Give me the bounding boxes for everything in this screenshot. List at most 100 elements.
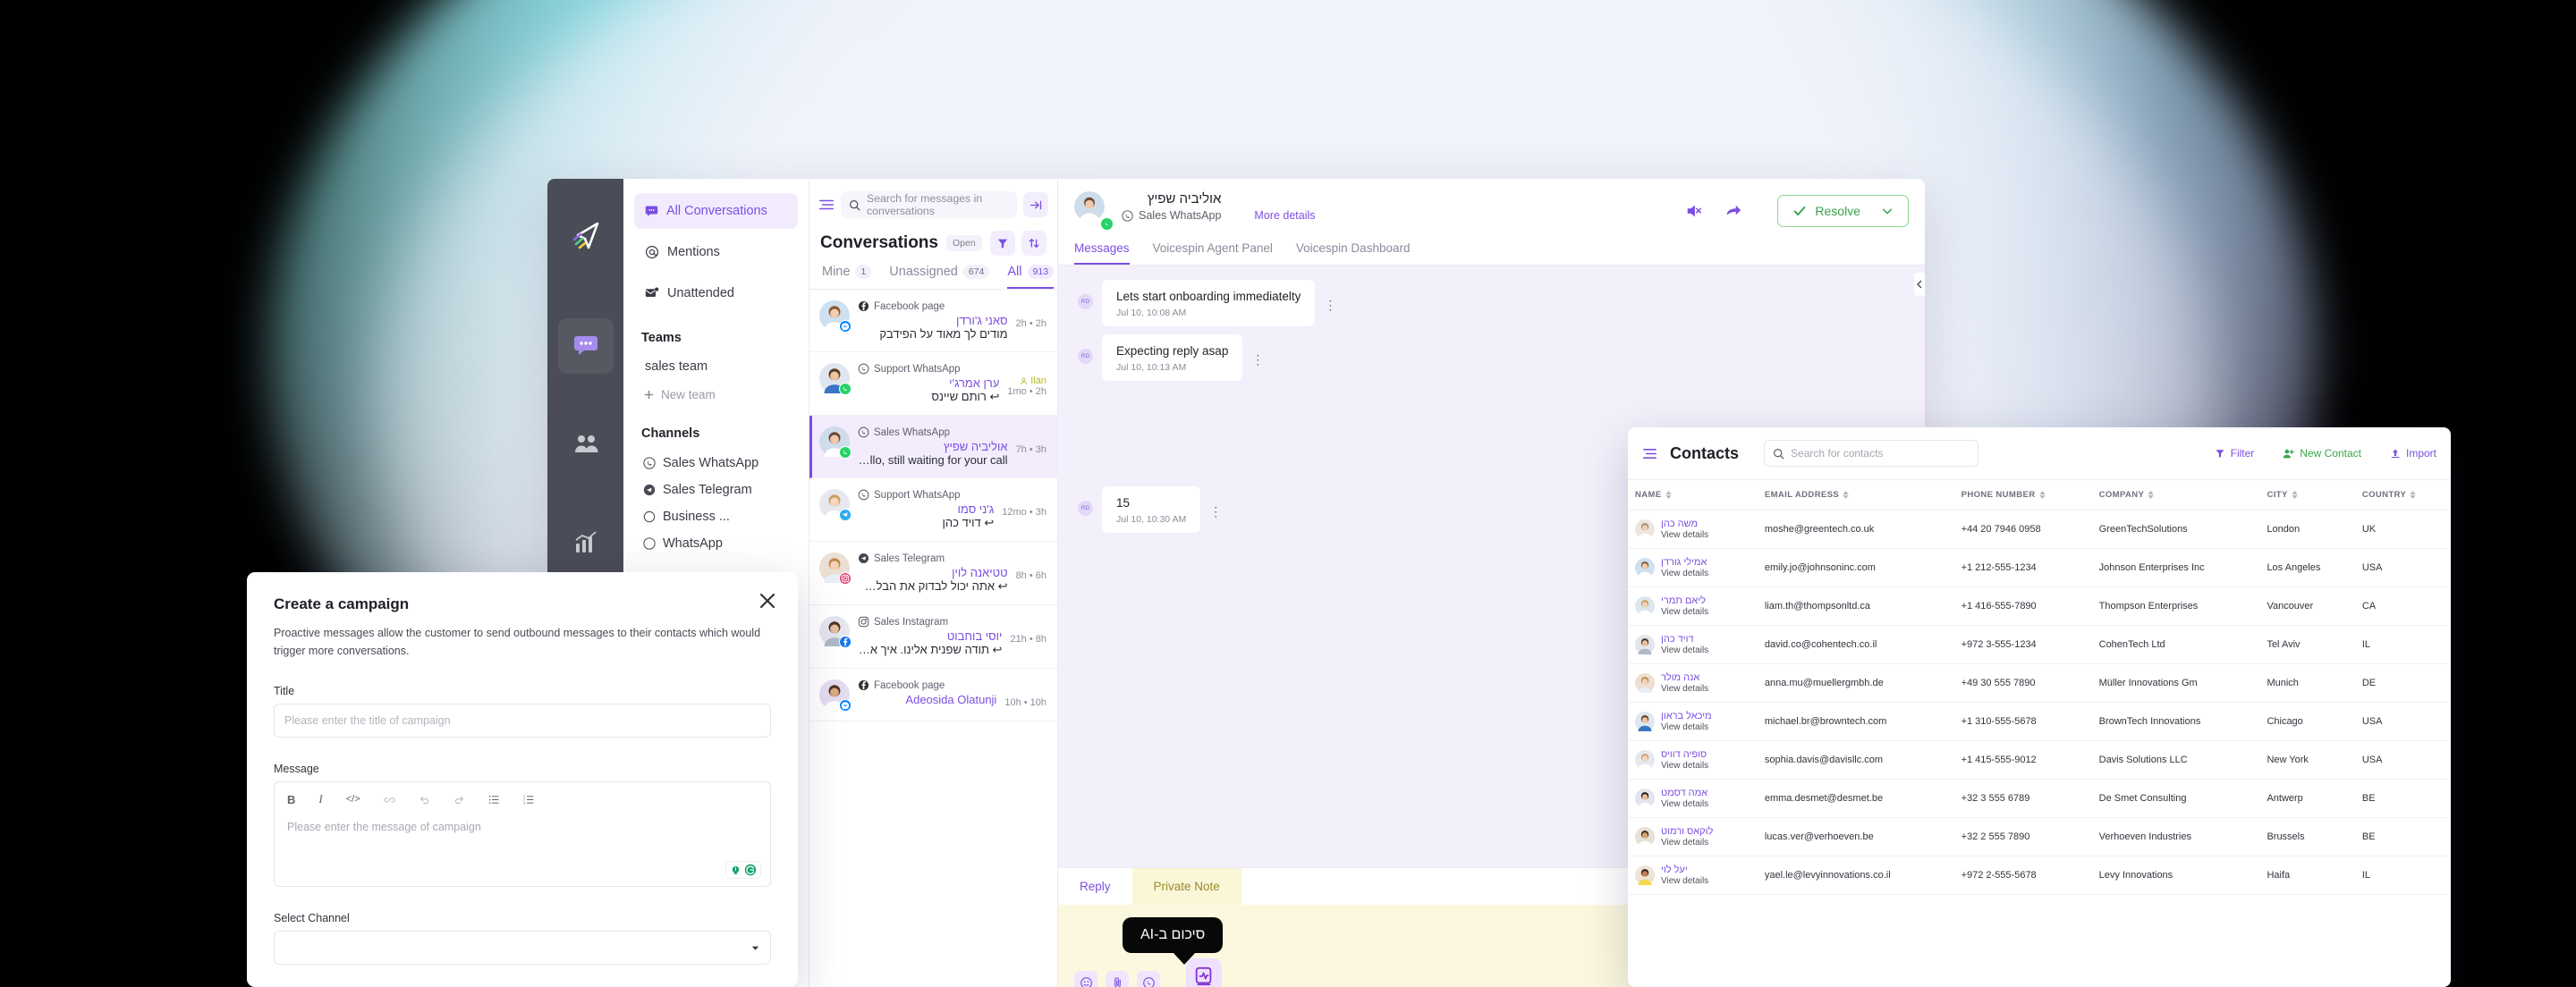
sort-icon[interactable] bbox=[1021, 231, 1046, 256]
view-details-link[interactable]: View details bbox=[1661, 799, 1708, 809]
bold-icon[interactable]: B bbox=[287, 793, 295, 806]
conversation-meta: 8h • 6h bbox=[1016, 553, 1046, 594]
filter-icon[interactable] bbox=[990, 231, 1015, 256]
sort-arrows-icon[interactable] bbox=[2291, 491, 2298, 499]
column-header[interactable]: EMAIL ADDRESS bbox=[1757, 479, 1954, 510]
conversation-row[interactable]: Facebook page סאני ג'ורדן מודים לך מאוד על… bbox=[809, 290, 1057, 352]
view-details-link[interactable]: View details bbox=[1661, 761, 1708, 771]
rail-item-contacts[interactable] bbox=[558, 417, 614, 472]
table-row[interactable]: אמה דסמט View details emma.desmet@desmet.b… bbox=[1628, 779, 2451, 818]
numbered-list-icon[interactable]: 123 bbox=[523, 794, 535, 806]
rail-item-conversations[interactable] bbox=[557, 318, 614, 374]
resolve-button[interactable]: Resolve bbox=[1777, 195, 1909, 227]
avatar bbox=[1635, 789, 1655, 808]
message-menu-icon[interactable]: ⋮ bbox=[1251, 352, 1264, 367]
sort-arrows-icon[interactable] bbox=[2148, 491, 2154, 499]
close-icon[interactable] bbox=[758, 592, 776, 610]
conversation-row[interactable]: Sales Telegram טטיאנה לוין ↩ אתה יכול לבדו… bbox=[809, 542, 1057, 605]
column-header[interactable]: COUNTRY bbox=[2354, 479, 2451, 510]
campaign-title-input[interactable]: Please enter the title of campaign bbox=[274, 704, 771, 738]
conversation-row[interactable]: Support WhatsApp ג'ני סמו ↩ דויד כהן 12mo •… bbox=[809, 478, 1057, 542]
conversation-list[interactable]: Facebook page סאני ג'ורדן מודים לך מאוד על… bbox=[809, 290, 1057, 987]
send-logo-icon[interactable] bbox=[555, 198, 617, 275]
column-header[interactable]: NAME bbox=[1628, 479, 1758, 510]
channel-whatsapp[interactable]: WhatsApp bbox=[634, 530, 798, 557]
conversation-row[interactable]: Sales Instagram יוסי בוחבוט ↩ תודה שפנית א… bbox=[809, 605, 1057, 669]
view-details-link[interactable]: View details bbox=[1661, 876, 1708, 886]
bullet-list-icon[interactable] bbox=[488, 794, 500, 806]
sort-arrows-icon[interactable] bbox=[2038, 491, 2046, 499]
conversation-row[interactable]: Support WhatsApp ערן אמרג'י ↩ רותם שיינס Il… bbox=[809, 352, 1057, 416]
tab-voicespin-dashboard[interactable]: Voicespin Dashboard bbox=[1296, 241, 1411, 265]
mute-icon[interactable] bbox=[1685, 202, 1703, 220]
redo-icon[interactable] bbox=[453, 794, 465, 806]
collapse-right-icon[interactable] bbox=[1023, 192, 1048, 217]
view-details-link[interactable]: View details bbox=[1661, 645, 1708, 655]
tab-messages[interactable]: Messages bbox=[1074, 241, 1130, 265]
sort-arrows-icon[interactable] bbox=[1665, 491, 1672, 499]
code-icon[interactable]: </> bbox=[346, 794, 360, 805]
undo-icon[interactable] bbox=[419, 794, 430, 806]
search-input[interactable]: Search for messages in conversations bbox=[841, 191, 1017, 218]
column-header[interactable]: COMPANY bbox=[2091, 479, 2260, 510]
conversation-row[interactable]: Facebook page Adeosida Olatunji 10h • 10h bbox=[809, 669, 1057, 721]
table-row[interactable]: ליאם תמרי View details liam.th@thompsonltd… bbox=[1628, 586, 2451, 626]
view-details-link[interactable]: View details bbox=[1661, 607, 1708, 617]
new-contact-button[interactable]: New Contact bbox=[2283, 447, 2361, 460]
grammarly-badge[interactable] bbox=[725, 861, 761, 879]
tab-voicespin-agent-panel[interactable]: Voicespin Agent Panel bbox=[1153, 241, 1273, 265]
team-sales-team[interactable]: sales team bbox=[634, 354, 798, 379]
cell-phone: +32 2 555 7890 bbox=[1953, 817, 2092, 856]
rail-item-analytics[interactable] bbox=[558, 515, 614, 570]
tab-unassigned[interactable]: Unassigned 674 bbox=[889, 265, 990, 289]
contacts-search-input[interactable]: Search for contacts bbox=[1764, 440, 1979, 467]
view-details-link[interactable]: View details bbox=[1661, 530, 1708, 540]
link-icon[interactable] bbox=[383, 794, 395, 806]
table-row[interactable]: אנה מולר View details anna.mu@muellergmbh.… bbox=[1628, 663, 2451, 703]
channel-sales-telegram[interactable]: Sales Telegram bbox=[634, 477, 798, 503]
column-header[interactable]: CITY bbox=[2259, 479, 2355, 510]
sort-arrows-icon[interactable] bbox=[2410, 491, 2416, 499]
emoji-icon[interactable] bbox=[1074, 971, 1097, 987]
sidebar-item-mentions[interactable]: Mentions bbox=[634, 234, 798, 270]
table-row[interactable]: דויד כהן View details david.co@cohentech.c… bbox=[1628, 625, 2451, 664]
sidebar-item-unattended[interactable]: Unattended bbox=[634, 275, 798, 311]
more-details-link[interactable]: More details bbox=[1254, 209, 1315, 222]
channel-business[interactable]: Business ... bbox=[634, 503, 798, 530]
view-details-link[interactable]: View details bbox=[1661, 722, 1708, 732]
ai-summary-icon[interactable] bbox=[1186, 958, 1222, 987]
table-row[interactable]: משה כהן View details moshe@greentech.co.uk… bbox=[1628, 510, 2451, 549]
campaign-message-editor[interactable]: B I </> 123 Please enter the message of … bbox=[274, 781, 771, 887]
menu-icon[interactable] bbox=[1642, 446, 1657, 461]
sort-arrows-icon[interactable] bbox=[1843, 491, 1849, 499]
select-channel-dropdown[interactable] bbox=[274, 931, 771, 965]
table-row[interactable]: מיכאל בראון View details michael.br@brownt… bbox=[1628, 702, 2451, 741]
view-details-link[interactable]: View details bbox=[1661, 838, 1708, 848]
table-row[interactable]: סופיה דוויס View details sophia.davis@davi… bbox=[1628, 740, 2451, 780]
sidebar-item-all-conversations[interactable]: All Conversations bbox=[634, 193, 798, 229]
table-row[interactable]: לוקאס ורמוט View details lucas.ver@verhoev… bbox=[1628, 817, 2451, 856]
tab-reply[interactable]: Reply bbox=[1058, 868, 1132, 905]
view-details-link[interactable]: View details bbox=[1661, 569, 1708, 578]
conversation-row[interactable]: Sales WhatsApp אוליביה שפיץ hello, still w… bbox=[809, 416, 1057, 478]
column-header[interactable]: PHONE NUMBER bbox=[1953, 479, 2092, 510]
italic-icon[interactable]: I bbox=[318, 792, 322, 806]
tab-mine[interactable]: Mine 1 bbox=[822, 265, 872, 289]
whatsapp-icon[interactable] bbox=[1137, 971, 1160, 987]
tab-all[interactable]: All 913 bbox=[1007, 265, 1055, 289]
filter-button[interactable]: Filter bbox=[2215, 447, 2254, 460]
tab-private-note[interactable]: Private Note bbox=[1131, 868, 1241, 905]
new-team-button[interactable]: New team bbox=[634, 383, 798, 407]
message-menu-icon[interactable]: ⋮ bbox=[1324, 298, 1336, 313]
table-row[interactable]: אמילי גורדן View details emily.jo@johnsoni… bbox=[1628, 548, 2451, 587]
import-button[interactable]: Import bbox=[2390, 447, 2436, 460]
attachment-icon[interactable] bbox=[1106, 971, 1129, 987]
forward-icon[interactable] bbox=[1724, 202, 1742, 220]
chevron-down-icon[interactable] bbox=[1881, 205, 1894, 217]
table-row[interactable]: יעל לוי View details yael.le@levyinnovatio… bbox=[1628, 856, 2451, 895]
channel-sales-whatsapp[interactable]: Sales WhatsApp bbox=[634, 450, 798, 477]
message-menu-icon[interactable]: ⋮ bbox=[1209, 504, 1222, 519]
panel-collapse-toggle[interactable] bbox=[1914, 273, 1925, 296]
view-details-link[interactable]: View details bbox=[1661, 684, 1708, 694]
menu-icon[interactable] bbox=[818, 197, 835, 213]
